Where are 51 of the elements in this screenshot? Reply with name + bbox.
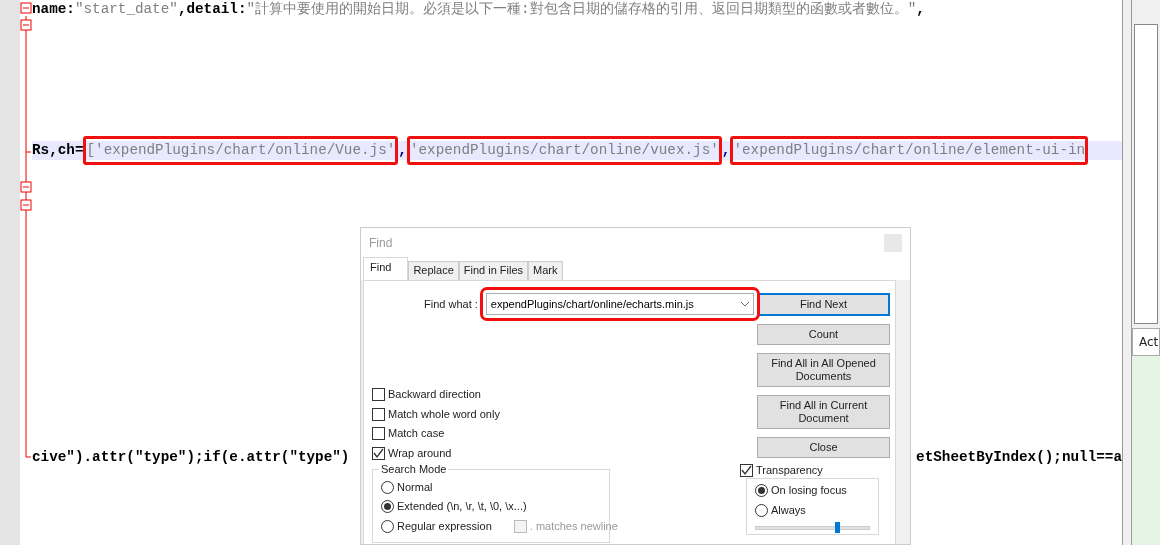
code-text: 'expendPlugins/chart/online/element-ui-in: [733, 142, 1086, 158]
radio-label: Always: [771, 502, 806, 518]
code-text: ['expendPlugins/chart/online/Vue.js': [86, 142, 396, 158]
dialog-tab[interactable]: Mark: [528, 261, 563, 280]
option-label: . matches newline: [529, 518, 618, 534]
code-text: "start_date": [74, 0, 178, 19]
dialog-tab[interactable]: Find in Files: [458, 261, 529, 280]
dialog-tab[interactable]: Replace: [408, 261, 459, 280]
radio-label: Extended (\n, \r, \t, \0, \x...): [397, 499, 527, 515]
option-label: Match case: [388, 426, 445, 442]
scrollbar[interactable]: [1122, 0, 1132, 545]
dialog-button[interactable]: Close: [757, 437, 890, 458]
radio-label: Regular expression: [397, 518, 492, 534]
code-text: "計算中要使用的開始日期。必須是以下一種:對包含日期的儲存格的引用、返回日期類型的函數或者數位。": [246, 0, 917, 19]
checkbox[interactable]: [372, 407, 385, 421]
option-label: Match whole word only: [388, 406, 500, 422]
field-label: Find what :: [424, 296, 478, 312]
dialog-tab[interactable]: Find: [363, 257, 409, 280]
slider-thumb[interactable]: [835, 521, 841, 533]
code-text: cive").attr("type");if(e.attr("type"): [32, 448, 350, 467]
checkbox[interactable]: [372, 427, 385, 440]
checkbox[interactable]: [372, 446, 385, 460]
radio-button[interactable]: [381, 480, 394, 494]
checkbox[interactable]: [740, 463, 753, 477]
radio-button[interactable]: [755, 483, 768, 497]
dialog-button[interactable]: Find All in All Opened Documents: [757, 353, 890, 387]
radio-button[interactable]: [381, 500, 394, 513]
dialog-button[interactable]: Count: [757, 324, 890, 345]
radio-label: Normal: [397, 479, 433, 495]
search-field[interactable]: expendPlugins/chart/online/echarts.min.js: [485, 293, 754, 315]
option-label: Wrap around: [388, 445, 452, 461]
radio-button[interactable]: [381, 519, 394, 533]
group-title: Search Mode: [380, 462, 448, 476]
panel-tab[interactable]: Act: [1132, 328, 1160, 356]
code-text: ,: [398, 141, 407, 160]
code-text: etSheetByIndex();null==a: [916, 448, 1122, 467]
dialog-button[interactable]: Find Next: [757, 293, 890, 316]
dialog-title: Find: [369, 234, 393, 252]
code-text: Rs,ch=: [32, 141, 84, 160]
code-text: name:: [32, 0, 75, 19]
radio-label: On losing focus: [771, 482, 847, 498]
option-label: Transparency: [756, 462, 823, 478]
code-text: ,: [721, 141, 731, 160]
dialog-button[interactable]: Find All in Current Document: [757, 395, 890, 429]
code-text: 'expendPlugins/chart/online/vuex.js': [409, 142, 719, 158]
checkbox[interactable]: [372, 388, 385, 401]
option-label: Backward direction: [388, 387, 481, 403]
dropdown-caret-icon[interactable]: [740, 302, 749, 307]
code-text: ,detail:: [177, 0, 247, 19]
code-text: ,: [916, 0, 925, 19]
radio-button[interactable]: [755, 503, 768, 517]
